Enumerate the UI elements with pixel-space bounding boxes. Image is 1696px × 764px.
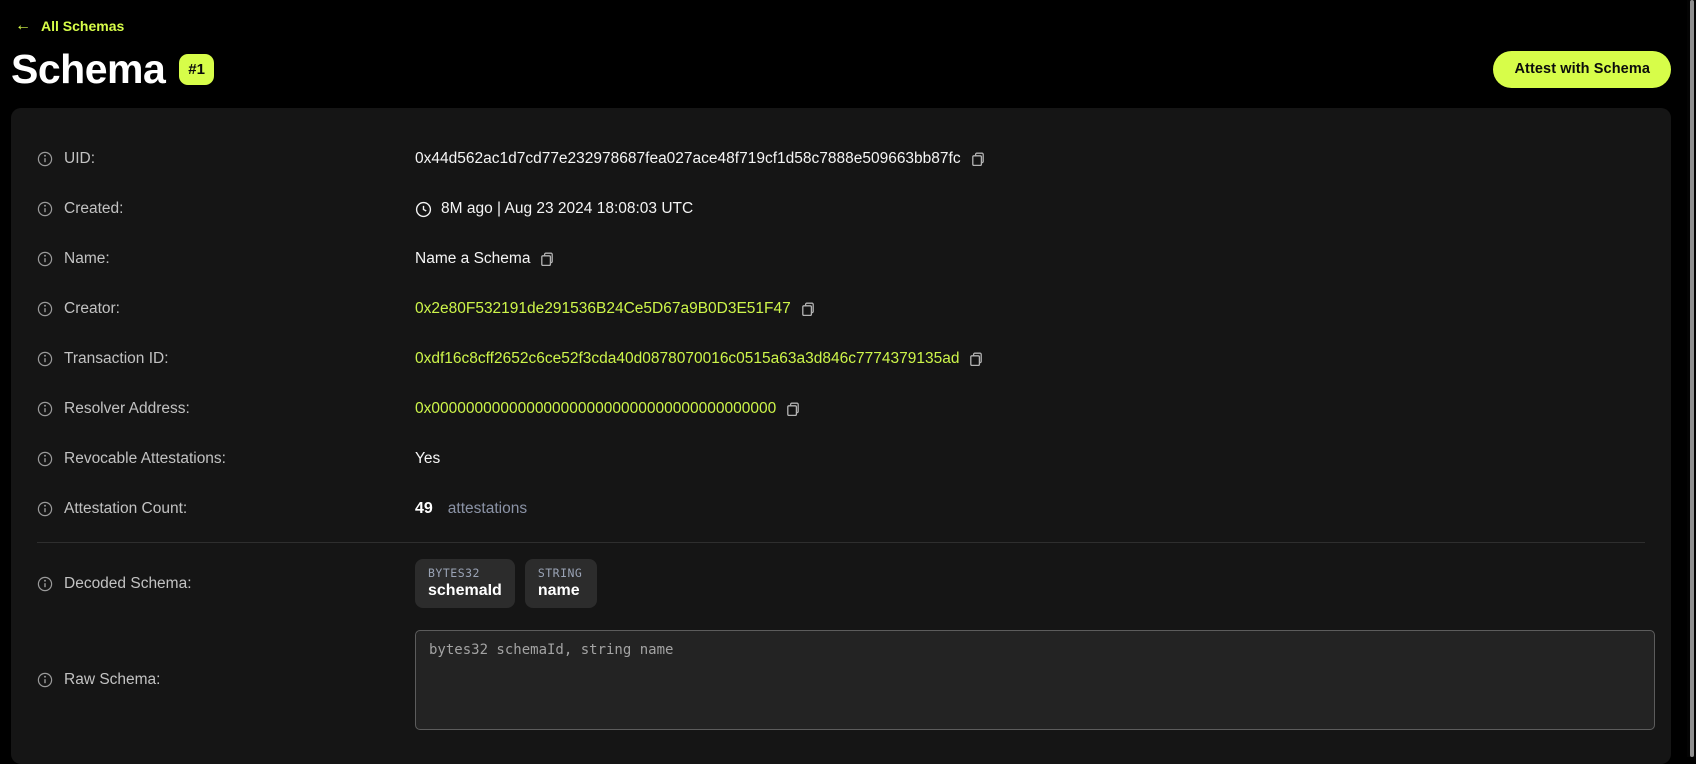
uid-value: 0x44d562ac1d7cd77e232978687fea027ace48f7…: [415, 150, 986, 168]
resolver-address-link[interactable]: 0x00000000000000000000000000000000000000…: [415, 400, 776, 418]
clock-icon: [415, 201, 432, 218]
row-resolver-address: Resolver Address: 0x00000000000000000000…: [27, 384, 1655, 434]
field-type: STRING: [538, 566, 584, 580]
decoded-schema-label: Decoded Schema:: [64, 575, 192, 593]
name-value: Name a Schema: [415, 250, 555, 268]
attestation-count-value: 49 attestations: [415, 500, 527, 518]
schema-details-card: UID: 0x44d562ac1d7cd77e232978687fea027ac…: [11, 108, 1671, 764]
back-to-all-schemas-link[interactable]: ← All Schemas: [15, 18, 124, 34]
info-icon: [37, 401, 53, 417]
creator-value: 0x2e80F532191de291536B24Ce5D67a9B0D3E51F…: [415, 300, 816, 318]
created-label: Created:: [64, 200, 123, 218]
copy-icon: [800, 301, 816, 317]
row-uid: UID: 0x44d562ac1d7cd77e232978687fea027ac…: [27, 134, 1655, 184]
back-link-label: All Schemas: [41, 18, 124, 34]
scrollbar-thumb[interactable]: [1690, 0, 1694, 757]
row-revocable-attestations: Revocable Attestations: Yes: [27, 434, 1655, 484]
transaction-id-value: 0xdf16c8cff2652c6ce52f3cda40d0878070016c…: [415, 350, 984, 368]
info-icon: [37, 672, 53, 688]
row-name: Name: Name a Schema: [27, 234, 1655, 284]
field-type: BYTES32: [428, 566, 502, 580]
schema-page: ← All Schemas Schema #1 Attest with Sche…: [0, 0, 1696, 764]
copy-icon: [539, 251, 555, 267]
copy-transaction-id-button[interactable]: [968, 351, 984, 367]
copy-uid-button[interactable]: [970, 151, 986, 167]
transaction-id-link[interactable]: 0xdf16c8cff2652c6ce52f3cda40d0878070016c…: [415, 350, 959, 368]
row-created: Created: 8M ago | Aug 23 2024 18:08:03 U…: [27, 184, 1655, 234]
resolver-address-label: Resolver Address:: [64, 400, 190, 418]
copy-icon: [785, 401, 801, 417]
copy-creator-button[interactable]: [800, 301, 816, 317]
info-icon: [37, 201, 53, 217]
raw-schema-label: Raw Schema:: [64, 671, 160, 689]
row-decoded-schema: Decoded Schema: BYTES32 schemaId STRING …: [27, 559, 1655, 608]
schema-field-chip: BYTES32 schemaId: [415, 559, 515, 608]
copy-name-button[interactable]: [539, 251, 555, 267]
section-divider: [37, 542, 1645, 543]
schema-number-badge: #1: [179, 54, 214, 85]
copy-resolver-address-button[interactable]: [785, 401, 801, 417]
copy-icon: [968, 351, 984, 367]
field-name: name: [538, 582, 584, 600]
title-row: Schema #1 Attest with Schema: [11, 43, 1671, 95]
page-title: Schema: [11, 49, 165, 90]
raw-schema-textarea[interactable]: bytes32 schemaId, string name: [415, 630, 1655, 730]
schema-field-chip: STRING name: [525, 559, 597, 608]
decoded-schema-fields: BYTES32 schemaId STRING name: [415, 559, 597, 608]
copy-icon: [970, 151, 986, 167]
row-attestation-count: Attestation Count: 49 attestations: [27, 484, 1655, 534]
info-icon: [37, 151, 53, 167]
arrow-left-icon: ←: [15, 18, 31, 34]
creator-address-link[interactable]: 0x2e80F532191de291536B24Ce5D67a9B0D3E51F…: [415, 300, 791, 318]
uid-label: UID:: [64, 150, 95, 168]
resolver-address-value: 0x00000000000000000000000000000000000000…: [415, 400, 801, 418]
info-icon: [37, 501, 53, 517]
attestation-count-suffix: attestations: [448, 500, 527, 518]
revocable-attestations-value: Yes: [415, 450, 440, 468]
row-creator: Creator: 0x2e80F532191de291536B24Ce5D67a…: [27, 284, 1655, 334]
info-icon: [37, 251, 53, 267]
info-icon: [37, 451, 53, 467]
attestation-count-label: Attestation Count:: [64, 500, 187, 518]
info-icon: [37, 576, 53, 592]
row-raw-schema: Raw Schema: bytes32 schemaId, string nam…: [27, 630, 1655, 730]
attestation-count-number: 49: [415, 500, 433, 518]
info-icon: [37, 351, 53, 367]
row-transaction-id: Transaction ID: 0xdf16c8cff2652c6ce52f3c…: [27, 334, 1655, 384]
info-icon: [37, 301, 53, 317]
transaction-id-label: Transaction ID:: [64, 350, 169, 368]
revocable-attestations-label: Revocable Attestations:: [64, 450, 226, 468]
attest-with-schema-button[interactable]: Attest with Schema: [1493, 51, 1671, 88]
creator-label: Creator:: [64, 300, 120, 318]
name-label: Name:: [64, 250, 110, 268]
field-name: schemaId: [428, 582, 502, 600]
created-value: 8M ago | Aug 23 2024 18:08:03 UTC: [415, 200, 693, 218]
